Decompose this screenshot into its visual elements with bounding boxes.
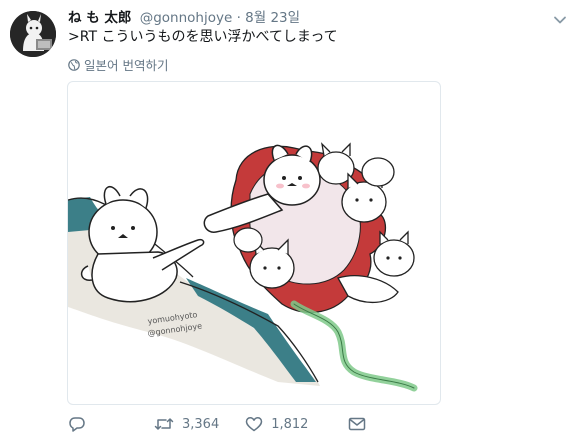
tweet-header: ね も 太郎 @gonnohjoye · 8월 23일 (68, 9, 300, 27)
tweet-media-image[interactable]: yomuohyoto @gonnohjoye (67, 81, 441, 405)
author-name[interactable]: ね も 太郎 (68, 10, 131, 26)
translate-link[interactable]: 일본어 번역하기 (68, 55, 168, 74)
translate-label: 일본어 번역하기 (84, 58, 169, 73)
tweet-actions: 3,364 1,812 (68, 416, 388, 432)
tweet: ね も 太郎 @gonnohjoye · 8월 23일 >RT こういうものを思… (0, 0, 581, 439)
like-icon (245, 417, 263, 432)
tweet-timestamp[interactable]: 8월 23일 (245, 10, 300, 26)
tweet-text: >RT こういうものを思い浮かべてしまって (68, 29, 338, 45)
like-count: 1,812 (271, 416, 309, 432)
chevron-down-icon (554, 16, 566, 24)
author-handle[interactable]: @gonnohjoye (140, 10, 233, 26)
reply-button[interactable] (68, 416, 94, 432)
more-options-button[interactable] (553, 12, 567, 26)
retweet-icon (154, 418, 174, 430)
avatar-icon (10, 11, 56, 57)
direct-message-button[interactable] (348, 416, 366, 432)
globe-icon (68, 58, 80, 71)
avatar[interactable] (10, 11, 56, 57)
reply-icon (69, 417, 85, 432)
dm-icon (349, 417, 366, 431)
like-button[interactable]: 1,812 (245, 416, 308, 432)
header-separator: · (236, 10, 241, 26)
retweet-count: 3,364 (182, 416, 220, 432)
illustration: yomuohyoto @gonnohjoye (68, 142, 418, 392)
retweet-button[interactable]: 3,364 (154, 416, 219, 432)
